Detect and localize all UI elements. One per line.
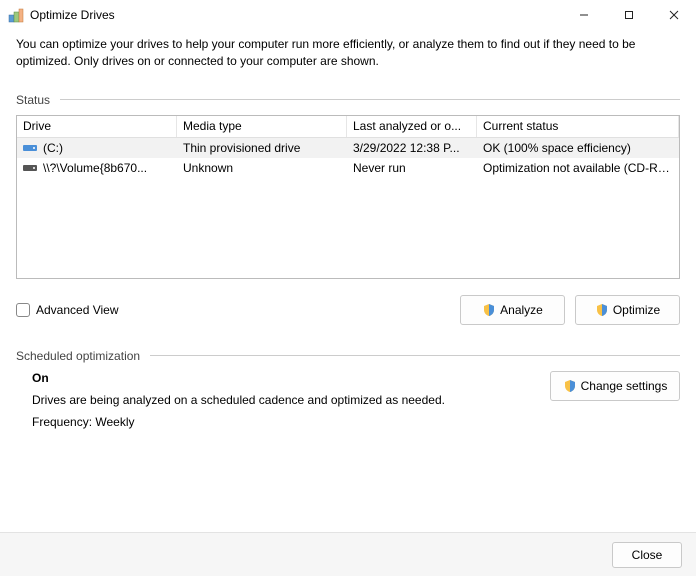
- drive-icon: [23, 163, 39, 173]
- col-drive[interactable]: Drive: [17, 116, 177, 137]
- table-row[interactable]: \\?\Volume{8b670... UnknownNever runOptim…: [17, 158, 679, 178]
- current-status: Optimization not available (CD-ROM vol..…: [477, 161, 679, 175]
- shield-icon: [482, 303, 496, 317]
- divider: [150, 355, 680, 356]
- drive-name: \\?\Volume{8b670...: [43, 161, 147, 175]
- last-analyzed: 3/29/2022 12:38 P...: [347, 141, 477, 155]
- close-dialog-button[interactable]: Close: [612, 542, 682, 568]
- change-settings-label: Change settings: [581, 379, 668, 393]
- list-header[interactable]: Drive Media type Last analyzed or o... C…: [17, 116, 679, 138]
- media-type: Unknown: [177, 161, 347, 175]
- dialog-footer: Close: [0, 532, 696, 576]
- window-titlebar: Optimize Drives: [0, 0, 696, 30]
- optimize-label: Optimize: [613, 303, 660, 317]
- close-button[interactable]: [651, 0, 696, 30]
- table-row[interactable]: (C:) Thin provisioned drive3/29/2022 12:3…: [17, 138, 679, 158]
- checkbox-icon: [16, 303, 30, 317]
- advanced-view-label: Advanced View: [36, 303, 119, 317]
- drives-listview[interactable]: Drive Media type Last analyzed or o... C…: [16, 115, 680, 279]
- app-icon: [8, 7, 24, 23]
- drive-name: (C:): [43, 141, 63, 155]
- optimize-button[interactable]: Optimize: [575, 295, 680, 325]
- minimize-button[interactable]: [561, 0, 606, 30]
- last-analyzed: Never run: [347, 161, 477, 175]
- col-media[interactable]: Media type: [177, 116, 347, 137]
- scheduled-label: Scheduled optimization: [16, 349, 140, 363]
- current-status: OK (100% space efficiency): [477, 141, 679, 155]
- change-settings-button[interactable]: Change settings: [550, 371, 680, 401]
- maximize-button[interactable]: [606, 0, 651, 30]
- shield-icon: [595, 303, 609, 317]
- analyze-label: Analyze: [500, 303, 543, 317]
- advanced-view-checkbox[interactable]: Advanced View: [16, 303, 119, 317]
- description-text: You can optimize your drives to help you…: [16, 36, 680, 71]
- status-label: Status: [16, 93, 50, 107]
- window-title: Optimize Drives: [30, 8, 561, 22]
- divider: [60, 99, 680, 100]
- drive-icon: [23, 143, 39, 153]
- schedule-frequency: Frequency: Weekly: [32, 415, 550, 429]
- shield-icon: [563, 379, 577, 393]
- status-section-header: Status: [16, 93, 680, 107]
- schedule-state: On: [32, 371, 550, 385]
- media-type: Thin provisioned drive: [177, 141, 347, 155]
- scheduled-section-header: Scheduled optimization: [16, 349, 680, 363]
- analyze-button[interactable]: Analyze: [460, 295, 565, 325]
- close-label: Close: [632, 548, 663, 562]
- col-status[interactable]: Current status: [477, 116, 679, 137]
- col-last[interactable]: Last analyzed or o...: [347, 116, 477, 137]
- schedule-detail: Drives are being analyzed on a scheduled…: [32, 393, 550, 407]
